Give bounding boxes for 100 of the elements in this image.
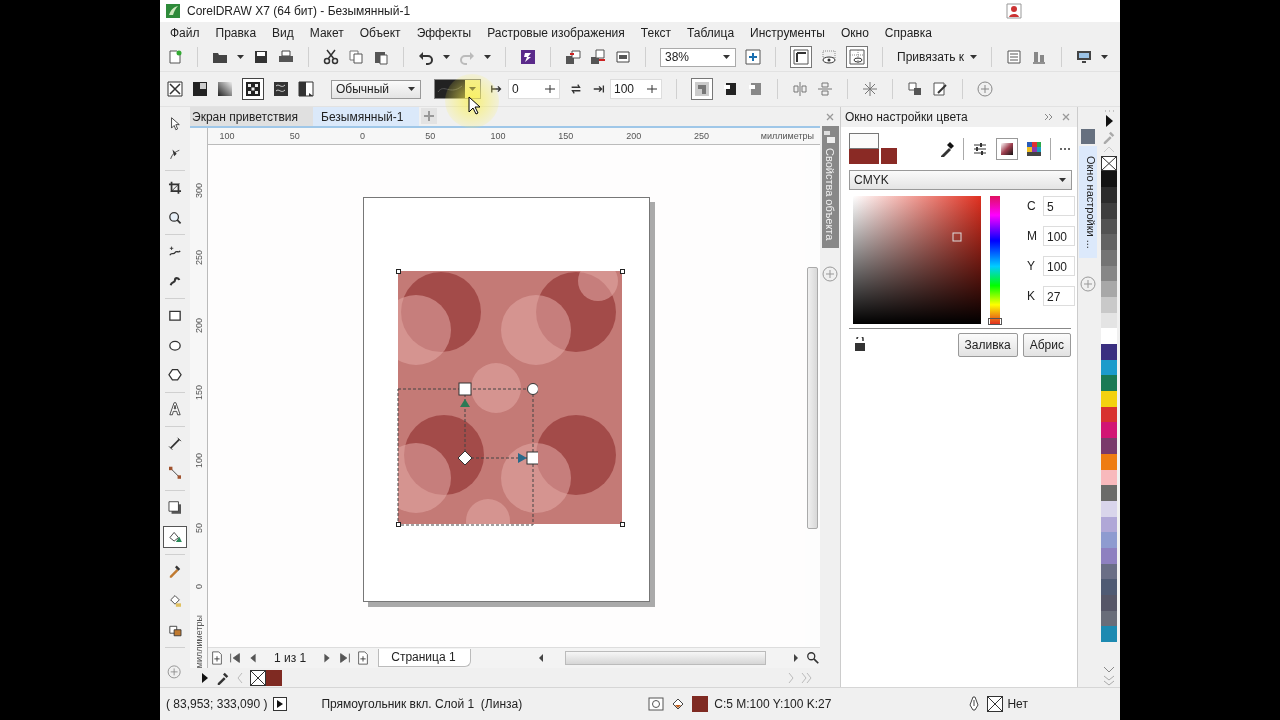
menu-item[interactable]: Файл — [162, 25, 208, 40]
menu-item[interactable]: Окно — [832, 25, 877, 40]
caret-icon[interactable] — [723, 55, 730, 60]
no-color-swatch[interactable] — [1101, 156, 1117, 172]
fill-square-icon[interactable] — [192, 81, 208, 98]
offset-field[interactable]: 0 — [508, 79, 560, 100]
offset-field[interactable]: 100 — [610, 79, 662, 100]
horizontal-scrollbar[interactable] — [564, 651, 766, 666]
color-swatch[interactable] — [1101, 595, 1117, 611]
caret-icon[interactable] — [408, 87, 415, 92]
no-outline-icon[interactable] — [987, 696, 1004, 713]
scroll-down-icon[interactable] — [1103, 666, 1115, 674]
first-page-icon[interactable] — [228, 651, 242, 666]
color-swatch[interactable] — [266, 669, 282, 686]
color-viewer-icon[interactable] — [996, 137, 1018, 160]
shape-mode-icon[interactable] — [722, 81, 738, 98]
color-swatch[interactable] — [1101, 234, 1117, 250]
gradient-square-icon[interactable] — [217, 81, 233, 98]
spinner-icon[interactable] — [646, 83, 658, 96]
play-icon[interactable] — [200, 671, 210, 684]
guides-icon[interactable] — [846, 46, 868, 69]
docker-button[interactable]: Заливка — [957, 333, 1018, 358]
scissors-icon[interactable] — [323, 49, 339, 66]
docker-tab[interactable]: Окно настройки ... — [1079, 146, 1097, 259]
channel-value-field[interactable]: 100 — [1043, 256, 1075, 277]
export-icon[interactable] — [590, 49, 606, 66]
selection-handle[interactable] — [620, 522, 625, 528]
add-page-icon[interactable] — [210, 651, 224, 666]
color-swatch[interactable] — [1101, 375, 1117, 392]
dropdown-button[interactable] — [465, 80, 480, 99]
sliders-icon[interactable] — [972, 140, 988, 157]
caret-icon[interactable] — [1101, 55, 1108, 60]
vertical-scrollbar[interactable] — [805, 145, 820, 648]
eyedropper-icon[interactable] — [939, 140, 955, 157]
new-document-icon[interactable] — [167, 49, 183, 66]
caret-icon[interactable] — [1059, 178, 1066, 183]
eyedropper-icon[interactable] — [216, 670, 230, 685]
caret-icon[interactable] — [443, 55, 450, 60]
document-tab[interactable]: Экран приветствия — [190, 107, 313, 127]
palettes-icon[interactable] — [1026, 140, 1042, 157]
menu-item[interactable]: Эффекты — [408, 25, 480, 40]
color-proof-icon[interactable] — [648, 696, 665, 713]
color-swatch[interactable] — [1101, 532, 1117, 548]
mirror-horizontal-icon[interactable] — [792, 81, 808, 98]
color-swatch[interactable] — [1101, 328, 1117, 345]
color-swatch[interactable] — [1101, 344, 1117, 360]
caret-icon[interactable] — [484, 55, 491, 60]
caret-icon[interactable] — [237, 55, 244, 60]
docker-button[interactable]: Абрис — [1022, 333, 1071, 358]
pdf-icon[interactable] — [615, 49, 631, 66]
menu-item[interactable]: Макет — [301, 25, 352, 40]
half-square-icon[interactable] — [298, 81, 314, 98]
no-color-swatch[interactable] — [250, 669, 266, 686]
menu-item[interactable]: Растровые изображения — [479, 25, 633, 40]
menu-item[interactable]: Текст — [632, 25, 680, 40]
selection-handle[interactable] — [396, 269, 401, 275]
color-swatch[interactable] — [1101, 187, 1117, 203]
options-icon[interactable] — [1006, 49, 1022, 66]
page-tab[interactable]: Страница 1 — [378, 649, 471, 668]
selection-handle[interactable] — [396, 522, 401, 528]
interactive-fill-icon[interactable] — [163, 526, 187, 548]
checker-pattern-icon[interactable] — [242, 78, 264, 101]
frame-icon[interactable] — [790, 46, 812, 69]
channel-value-field[interactable]: 5 — [1043, 196, 1075, 217]
caret-icon[interactable] — [970, 55, 977, 60]
import-icon[interactable] — [565, 49, 581, 66]
grid-eye-icon[interactable] — [821, 49, 837, 66]
pattern-swatch[interactable] — [435, 80, 465, 99]
color-swatch[interactable] — [1101, 438, 1117, 454]
copy-icon[interactable] — [348, 49, 364, 66]
user-icon[interactable] — [1006, 2, 1022, 19]
channel-value-field[interactable]: 100 — [1043, 226, 1075, 247]
menu-item[interactable]: Инструменты — [742, 25, 833, 40]
zoom-fit-icon[interactable] — [745, 49, 761, 66]
color-picker-area[interactable] — [853, 196, 981, 325]
spinner-icon[interactable] — [544, 83, 556, 96]
color-swatch[interactable] — [1101, 485, 1117, 501]
launcher-icon[interactable] — [520, 49, 536, 66]
color-swatch[interactable] — [1101, 626, 1117, 643]
snap-to-dropdown[interactable]: Привязать к — [897, 50, 977, 65]
menu-item[interactable]: Таблица — [679, 25, 743, 40]
zoom-dropdown[interactable]: 38% — [660, 47, 736, 67]
channel-value-field[interactable]: 27 — [1043, 286, 1075, 307]
document-tab[interactable]: Безымянный-1 — [313, 107, 420, 127]
menu-item[interactable]: Правка — [207, 25, 265, 40]
play-icon[interactable] — [273, 697, 288, 712]
paste-icon[interactable] — [373, 49, 389, 66]
texture-square-icon[interactable] — [273, 81, 289, 98]
unlock-icon[interactable] — [853, 337, 867, 354]
color-model-dropdown[interactable]: CMYK — [849, 170, 1072, 191]
menu-item[interactable]: Справка — [876, 25, 940, 40]
copy-fill-icon[interactable] — [907, 81, 923, 98]
menu-item[interactable]: Вид — [264, 25, 302, 40]
selection-handle[interactable] — [620, 269, 625, 275]
bar-chart-icon[interactable] — [1031, 49, 1047, 66]
zoom-icon[interactable] — [806, 651, 820, 666]
edit-fill-icon[interactable] — [932, 81, 948, 98]
color-swatch[interactable] — [1101, 281, 1117, 297]
mirror-vertical-icon[interactable] — [817, 81, 833, 98]
sparkle-icon[interactable] — [862, 81, 878, 98]
